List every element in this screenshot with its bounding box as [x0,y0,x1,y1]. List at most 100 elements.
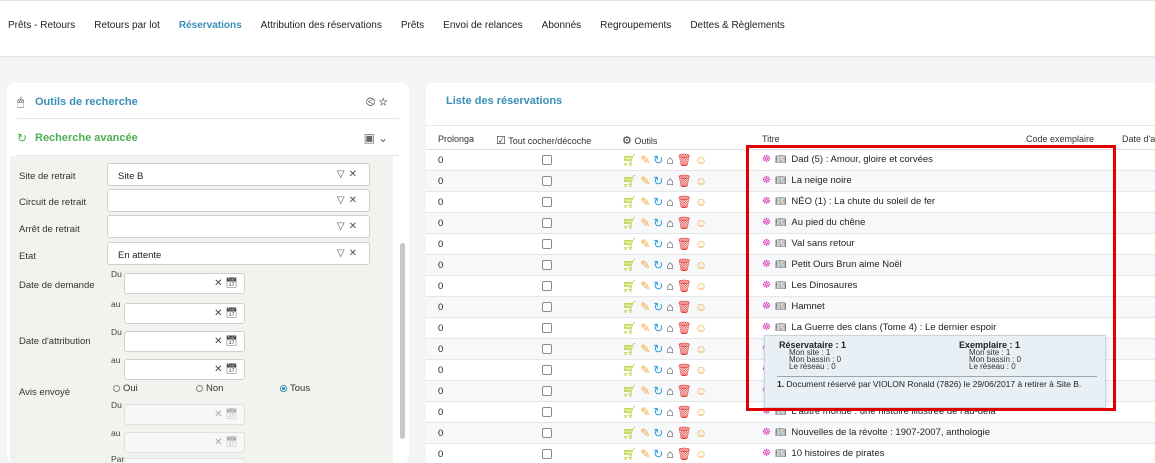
clear-calendar-icon[interactable]: ✕ 📅︎ [214,437,238,448]
title-text[interactable]: Val sans retour [791,238,854,249]
delete-icon[interactable]: 🗑︎ [677,299,692,315]
clear-calendar-icon[interactable]: ✕ 📅︎ [214,336,238,347]
refresh-icon[interactable]: ↻ [653,257,663,273]
title-text[interactable]: Les Dinosaures [791,280,857,291]
home-icon[interactable]: ⌂ [666,152,673,168]
collapse-icon[interactable]: ⧀ [366,95,379,109]
reservation-icon[interactable]: ☸ [762,427,771,438]
edit-icon[interactable]: ✎ [640,194,650,210]
filter-clear-icon[interactable]: ▽✕ [337,221,361,232]
delete-icon[interactable]: 🗑︎ [677,173,692,189]
row-checkbox[interactable] [542,176,552,186]
filter-clear-icon[interactable]: ▽✕ [337,169,361,180]
edit-icon[interactable]: ✎ [640,173,650,189]
home-icon[interactable]: ⌂ [666,362,673,378]
delete-icon[interactable]: 🗑︎ [677,425,692,441]
nav-attribution-reservations[interactable]: Attribution des réservations [261,20,382,31]
row-checkbox[interactable] [542,197,552,207]
reservation-icon[interactable]: ☸ [762,280,771,291]
home-icon[interactable]: ⌂ [666,173,673,189]
refresh-icon[interactable]: ↻ [653,425,663,441]
chevron-down-icon[interactable]: ⌄ [378,131,391,145]
basket-icon[interactable]: 🛒︎ [622,299,637,315]
toggle-panel-icon[interactable]: ▣ [364,131,378,145]
book-icon[interactable]: 📖︎ [775,427,786,437]
col-prolonga[interactable]: Prolonga [438,134,474,144]
refresh-icon[interactable]: ↻ [653,194,663,210]
user-icon[interactable]: ☺ [695,194,707,210]
home-icon[interactable]: ⌂ [666,257,673,273]
refresh-icon[interactable]: ↻ [653,152,663,168]
title-text[interactable]: 10 histoires de pirates [791,448,884,459]
clear-calendar-icon[interactable]: ✕ 📅︎ [214,308,238,319]
row-checkbox[interactable] [542,428,552,438]
user-icon[interactable]: ☺ [695,278,707,294]
basket-icon[interactable]: 🛒︎ [622,446,637,462]
reservation-icon[interactable]: ☸ [762,196,771,207]
delete-icon[interactable]: 🗑︎ [677,152,692,168]
reservation-icon[interactable]: ☸ [762,322,771,333]
row-checkbox[interactable] [542,407,552,417]
edit-icon[interactable]: ✎ [640,383,650,399]
row-checkbox[interactable] [542,260,552,270]
title-text[interactable]: Hamnet [791,301,824,312]
user-icon[interactable]: ☺ [695,299,707,315]
user-icon[interactable]: ☺ [695,152,707,168]
edit-icon[interactable]: ✎ [640,257,650,273]
edit-icon[interactable]: ✎ [640,278,650,294]
edit-icon[interactable]: ✎ [640,152,650,168]
basket-icon[interactable]: 🛒︎ [622,278,637,294]
date-attribution-au-input[interactable]: ✕ 📅︎ [124,359,245,380]
title-text[interactable]: NÉO (1) : La chute du soleil de fer [791,196,935,207]
basket-icon[interactable]: 🛒︎ [622,257,637,273]
table-row[interactable]: 0 🛒︎ ✎ ↻ ⌂ 🗑︎ ☺ ☸ 📖︎ NÉO (1) : La chute du soleil… [426,192,1155,213]
edit-icon[interactable]: ✎ [640,299,650,315]
row-checkbox[interactable] [542,155,552,165]
table-row[interactable]: 0 🛒︎ ✎ ↻ ⌂ 🗑︎ ☺ ☸ 📖︎ Les Dinosaures [426,276,1155,297]
user-icon[interactable]: ☺ [695,341,707,357]
nav-retours-par-lot[interactable]: Retours par lot [94,20,160,31]
reservation-icon[interactable]: ☸ [762,259,771,270]
col-tout-cocher[interactable]: ☑ Tout cocher/décoche [496,134,591,147]
user-icon[interactable]: ☺ [695,173,707,189]
row-checkbox[interactable] [542,449,552,459]
nav-prets[interactable]: Prêts [401,20,424,31]
home-icon[interactable]: ⌂ [666,425,673,441]
title-text[interactable]: Dad (5) : Amour, gloire et corvées [791,154,933,165]
book-icon[interactable]: 📖︎ [775,154,786,164]
table-row[interactable]: 0 🛒︎ ✎ ↻ ⌂ 🗑︎ ☺ ☸ 📖︎ Petit Ours Brun aime Noël [426,255,1155,276]
user-icon[interactable]: ☺ [695,404,707,420]
delete-icon[interactable]: 🗑︎ [677,257,692,273]
refresh-icon[interactable]: ↻ [653,383,663,399]
basket-icon[interactable]: 🛒︎ [622,362,637,378]
row-checkbox[interactable] [542,302,552,312]
refresh-icon[interactable]: ↻ [653,446,663,462]
refresh-icon[interactable]: ↻ [653,236,663,252]
form-scrollbar[interactable] [400,243,405,439]
radio-non[interactable]: Non [196,383,223,394]
refresh-icon[interactable]: ↻ [653,320,663,336]
delete-icon[interactable]: 🗑︎ [677,404,692,420]
filter-clear-icon[interactable]: ▽✕ [337,248,361,259]
home-icon[interactable]: ⌂ [666,320,673,336]
home-icon[interactable]: ⌂ [666,446,673,462]
delete-icon[interactable]: 🗑︎ [677,320,692,336]
book-icon[interactable]: 📖︎ [775,280,786,290]
home-icon[interactable]: ⌂ [666,299,673,315]
book-icon[interactable]: 📖︎ [775,322,786,332]
refresh-icon[interactable]: ↻ [653,341,663,357]
home-icon[interactable]: ⌂ [666,194,673,210]
delete-icon[interactable]: 🗑︎ [677,236,692,252]
edit-icon[interactable]: ✎ [640,341,650,357]
edit-icon[interactable]: ✎ [640,404,650,420]
edit-icon[interactable]: ✎ [640,236,650,252]
nav-abonnes[interactable]: Abonnés [542,20,581,31]
user-icon[interactable]: ☺ [695,425,707,441]
radio-oui[interactable]: Oui [113,383,138,394]
table-row[interactable]: 0 🛒︎ ✎ ↻ ⌂ 🗑︎ ☺ ☸ 📖︎ Hamnet [426,297,1155,318]
table-row[interactable]: 0 🛒︎ ✎ ↻ ⌂ 🗑︎ ☺ ☸ 📖︎ Nouvelles de la révolte : 19… [426,423,1155,444]
row-checkbox[interactable] [542,386,552,396]
date-attribution-du-input[interactable]: ✕ 📅︎ [124,331,245,352]
reservation-icon[interactable]: ☸ [762,448,771,459]
col-date[interactable]: Date d'a [1122,134,1155,144]
